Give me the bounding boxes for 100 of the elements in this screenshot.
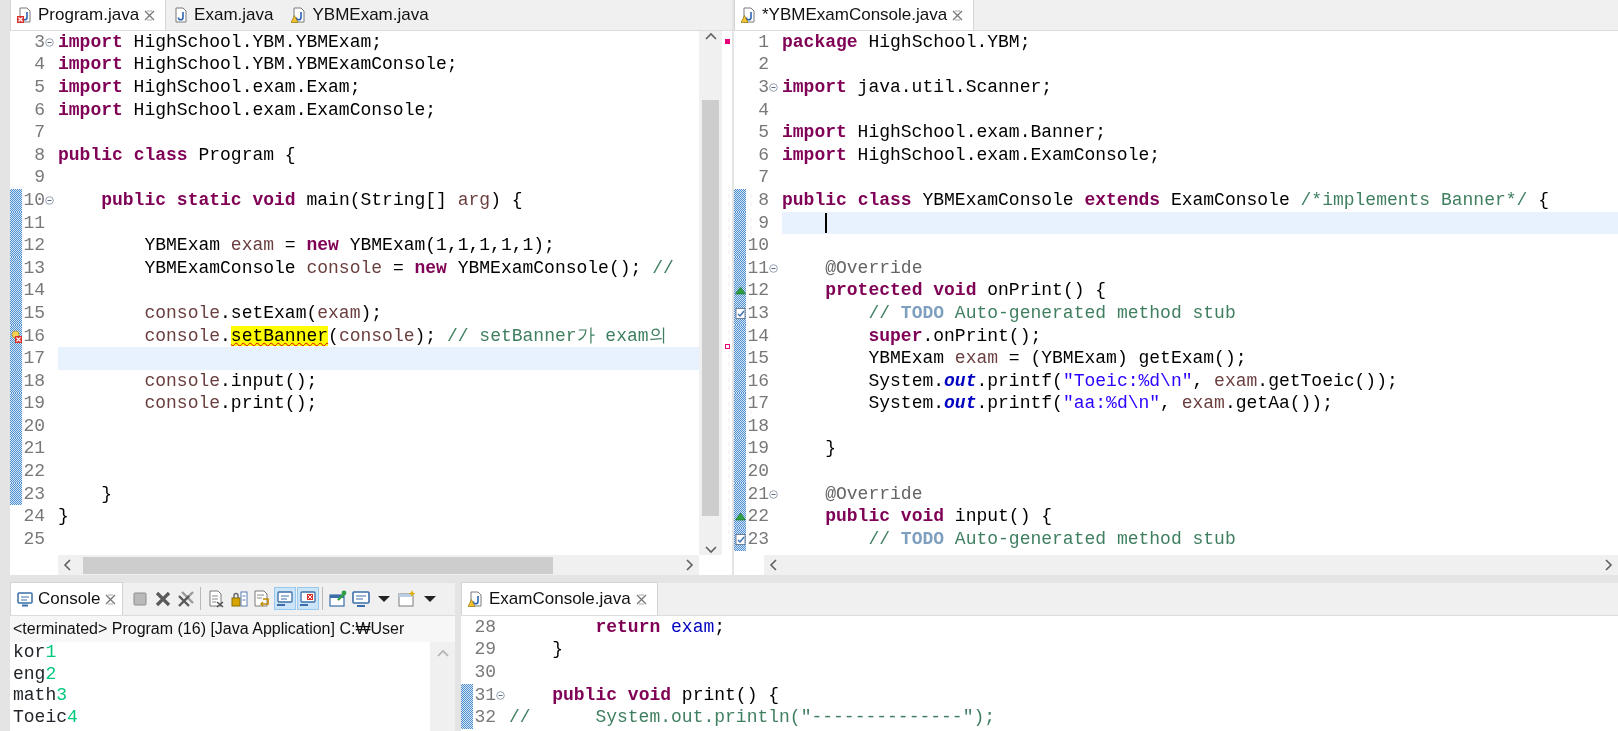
line-number: 18	[23, 369, 45, 393]
file-tab[interactable]: Exam.java	[166, 0, 285, 30]
line-number: 13	[23, 256, 45, 280]
file-warning-icon	[291, 7, 308, 23]
wrap-icon[interactable]	[253, 589, 272, 608]
line-number: 8	[758, 188, 769, 212]
close-icon[interactable]	[952, 9, 964, 21]
file-tab[interactable]: ExamConsole.java	[461, 582, 658, 615]
line-number: 16	[23, 324, 45, 348]
console-output-line: kor1	[13, 642, 58, 664]
line-number: 4	[34, 53, 45, 77]
line-number: 10	[747, 234, 769, 258]
code-line: public void print() {	[552, 683, 780, 707]
line-number: 23	[23, 482, 45, 506]
code-line: import HighSchool.exam.ExamConsole;	[58, 98, 437, 122]
remove-icon[interactable]	[154, 589, 173, 608]
line-number: 5	[758, 121, 769, 145]
code-line: console.print();	[144, 392, 318, 416]
clear-icon[interactable]	[207, 589, 226, 608]
line-number: 15	[747, 347, 769, 371]
code-line: // TODO Auto-generated method stub	[868, 301, 1236, 325]
code-line: console.setBanner(console); // setBanner가 exam의	[144, 324, 667, 348]
line-number: 23	[747, 527, 769, 551]
code-line: import HighSchool.exam.ExamConsole;	[782, 143, 1161, 167]
code-line: return exam;	[595, 616, 726, 639]
collapse-icon[interactable]	[45, 37, 54, 47]
collapse-icon[interactable]	[769, 83, 778, 92]
scroll-down-icon[interactable]	[703, 544, 718, 555]
close-icon[interactable]	[635, 593, 647, 605]
console-output-line: math3	[13, 685, 69, 707]
line-number: 12	[747, 279, 769, 303]
line-number: 21	[747, 482, 769, 506]
code-line: }	[552, 638, 564, 662]
lock-icon[interactable]	[230, 589, 249, 608]
line-number: 4	[758, 98, 769, 122]
line-number: 19	[23, 392, 45, 416]
close-icon[interactable]	[105, 593, 117, 605]
up-triangle-icon	[734, 512, 746, 522]
file-tab[interactable]: Console	[10, 582, 124, 615]
code-line: @Override	[825, 256, 923, 280]
file-tab[interactable]: *YBMExamConsole.java	[734, 0, 975, 30]
code-line: // TODO Auto-generated method stub	[868, 527, 1236, 551]
scroll-right-icon[interactable]	[684, 558, 695, 572]
line-number: 17	[23, 347, 45, 371]
line-number: 29	[474, 638, 496, 662]
line-number: 32	[474, 706, 496, 730]
line-number: 22	[747, 505, 769, 529]
code-line: YBMExamConsole console = new YBMExamConsole(); //	[144, 256, 674, 280]
file-warning-icon	[741, 7, 757, 23]
toggle-button[interactable]	[274, 587, 297, 610]
code-line: import HighSchool.exam.Banner;	[782, 121, 1107, 145]
file-warning-icon	[468, 591, 484, 607]
code-line: import HighSchool.exam.Exam;	[58, 76, 361, 99]
file-tab[interactable]: Program.java	[10, 0, 167, 30]
line-number: 8	[34, 143, 45, 167]
console-error-icon	[299, 589, 318, 608]
line-number: 10	[23, 188, 45, 212]
overview-mark[interactable]	[725, 344, 730, 349]
pin-icon[interactable]	[329, 589, 348, 608]
file-error-icon	[17, 7, 33, 23]
code-line: System.out.printf("aa:%d\n", exam.getAa());	[868, 392, 1333, 416]
scroll-left-icon[interactable]	[62, 558, 73, 572]
collapse-icon[interactable]	[769, 489, 778, 499]
line-number: 1	[758, 31, 769, 54]
line-number: 24	[23, 505, 45, 529]
line-number: 3	[34, 31, 45, 54]
scroll-left-icon[interactable]	[768, 558, 779, 572]
monitor-icon[interactable]	[352, 589, 371, 608]
collapse-icon[interactable]	[769, 263, 778, 273]
file-tab[interactable]: YBMExam.java	[284, 0, 440, 30]
scrollbar-thumb[interactable]	[702, 100, 719, 516]
code-line: }	[101, 482, 113, 506]
line-number: 15	[23, 301, 45, 325]
line-number: 11	[23, 211, 45, 235]
scroll-right-icon[interactable]	[1603, 558, 1614, 572]
scroll-up-icon[interactable]	[703, 31, 718, 42]
line-number: 19	[747, 437, 769, 461]
code-line: super.onPrint();	[868, 324, 1042, 348]
code-line: public class YBMExamConsole extends ExamConsole /*implements Banner*/ {	[782, 188, 1549, 212]
line-number: 30	[474, 661, 496, 684]
code-line: public class Program {	[58, 143, 296, 167]
line-number: 14	[747, 324, 769, 348]
collapse-icon[interactable]	[45, 195, 54, 205]
line-number: 2	[758, 53, 769, 77]
line-number: 20	[23, 414, 45, 438]
line-number: 9	[758, 211, 769, 235]
scrollbar-thumb[interactable]	[83, 556, 554, 574]
remove-all-icon[interactable]	[177, 589, 196, 608]
line-number: 11	[747, 256, 769, 280]
line-number: 22	[23, 460, 45, 484]
line-number: 18	[747, 414, 769, 438]
code-line: package HighSchool.YBM;	[782, 31, 1031, 54]
collapse-icon[interactable]	[496, 690, 505, 700]
code-line: public static void main(String[] arg) {	[101, 188, 523, 212]
code-line: public void input() {	[825, 505, 1053, 529]
toggle-button[interactable]	[297, 587, 320, 610]
line-number: 31	[474, 683, 496, 707]
line-number: 7	[758, 166, 769, 190]
code-line: import HighSchool.YBM.YBMExam;	[58, 31, 383, 54]
close-icon[interactable]	[144, 9, 156, 21]
